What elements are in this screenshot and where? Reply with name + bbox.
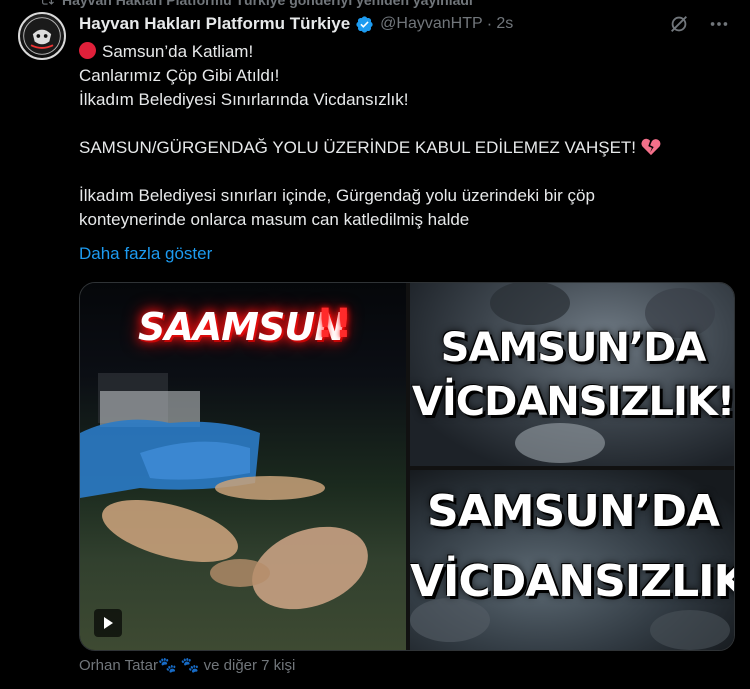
liked-by[interactable]: Orhan Tatar🐾 🐾 ve diğer 7 kişi [79,656,295,674]
author-name[interactable]: Hayvan Hakları Platformu Türkiye [79,14,350,34]
tweet-header: Hayvan Hakları Platformu Türkiye @Hayvan… [79,13,740,35]
text-line: İlkadım Belediyesi sınırları içinde, Gür… [79,186,595,205]
overlay-title: SAAMSUN [138,305,346,349]
paw-emoji: 🐾 🐾 [157,657,200,674]
red-circle-emoji [79,42,96,59]
media-grid[interactable]: SAAMSUN !! SAMSUN’DA VİCDANSIZLIK! SAMSU… [79,282,735,651]
more-options-icon[interactable] [708,13,730,35]
text-line: İlkadım Belediyesi Sınırlarında Vicdansı… [79,90,409,109]
text-line: Canlarımız Çöp Gibi Atıldı! [79,66,280,85]
image-title-line1: SAMSUN’DA [426,486,720,537]
show-more-link[interactable]: Daha fazla göster [79,244,212,264]
text-line: Samsun’da Katliam! [79,40,729,64]
separator: · [486,14,493,33]
grok-icon[interactable] [668,13,690,35]
author-avatar[interactable] [18,12,66,60]
video-thumbnail[interactable]: SAAMSUN !! [80,283,406,650]
image-thumbnail[interactable]: SAMSUN’DA VİCDANSIZLIK! [410,470,735,650]
image-thumbnail[interactable]: SAMSUN’DA VİCDANSIZLIK! [410,283,735,466]
overlay-exclamations: !! [316,301,353,347]
repost-text: Hayvan Hakları Platformu Türkiye gönderi… [62,0,473,8]
author-handle[interactable]: @HayvanHTP [380,15,483,33]
logo-icon [23,17,61,55]
repost-icon [42,0,54,5]
timestamp[interactable]: 2s [496,15,513,33]
dog-silhouettes [490,283,715,463]
broken-heart-emoji [641,138,661,156]
liker-name[interactable]: Orhan Tatar [79,657,158,674]
verified-badge-icon [356,15,373,33]
play-icon[interactable] [94,609,122,637]
image-title-line1: SAMSUN’DA [440,325,707,371]
image-title-line2: VİCDANSIZLIK! [411,379,735,425]
repost-indicator[interactable]: Hayvan Hakları Platformu Türkiye gönderi… [40,0,473,8]
text-line: SAMSUN/GÜRGENDAĞ YOLU ÜZERİNDE KABUL EDİ… [79,136,729,160]
text-line: konteynerinde onlarca masum can katledil… [79,210,470,229]
liked-others[interactable]: ve diğer 7 kişi [204,657,296,674]
image-title-line2: VİCDANSIZLIK! [410,556,735,607]
tweet-text: Samsun’da Katliam! Canlarımız Çöp Gibi A… [79,40,729,232]
